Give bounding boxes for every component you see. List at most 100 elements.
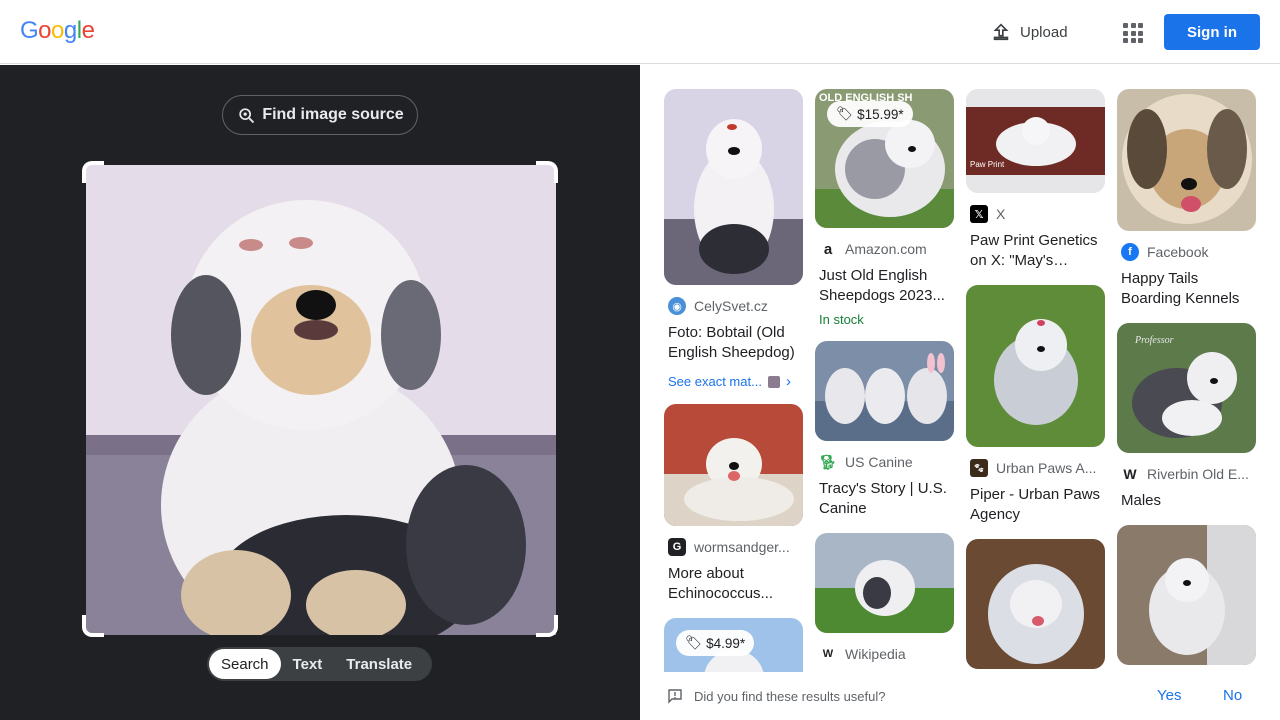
crop-handle-top-right[interactable] (536, 161, 558, 183)
result-thumbnail[interactable]: OLD ENGLISH SH 🏷︎ $15.99* (815, 89, 954, 228)
result-source: a Amazon.com (819, 240, 950, 258)
price-text: $4.99* (706, 635, 746, 651)
result-title[interactable]: Tracy's Story | U.S. Canine (819, 479, 950, 519)
result-thumbnail[interactable] (966, 285, 1105, 447)
logo-letter: G (20, 17, 39, 44)
result-source: 𝕏 X (970, 205, 1101, 223)
source-name: CelySvet.cz (694, 298, 768, 314)
result-source: 🐕︎ US Canine (819, 453, 950, 471)
result-card[interactable]: W Wikipedia (815, 533, 954, 663)
logo-letter: o (38, 17, 52, 44)
amazon-icon: a (819, 240, 837, 258)
result-thumbnail[interactable] (1117, 525, 1256, 665)
top-header: Google Upload Sign in (0, 0, 1280, 64)
lens-search-icon (239, 108, 255, 124)
dog-icon: 🐕︎ (819, 453, 837, 471)
result-thumbnail[interactable] (1117, 89, 1256, 231)
result-card[interactable]: Paw Print 𝕏 X Paw Print Genetics on X: "… (966, 89, 1105, 271)
result-thumbnail[interactable]: Paw Print (966, 89, 1105, 193)
paw-icon: 🐾︎ (970, 459, 988, 477)
thumb-overlay-text: Paw Print (970, 160, 1005, 169)
crop-handle-bottom-right[interactable] (536, 615, 558, 637)
result-card[interactable] (1117, 525, 1256, 665)
result-card[interactable]: OLD ENGLISH SH 🏷︎ $15.99* a Amazon.com J… (815, 89, 954, 327)
logo-letter: e (81, 17, 95, 44)
result-title[interactable]: More about Echinococcus... (668, 564, 799, 604)
chevron-right-icon: › (785, 373, 791, 390)
result-title[interactable]: Foto: Bobtail (Old English Sheepdog) (668, 323, 799, 363)
result-thumbnail[interactable] (815, 341, 954, 441)
results-column: OLD ENGLISH SH 🏷︎ $15.99* a Amazon.com J… (815, 89, 954, 672)
feedback-icon (668, 689, 682, 704)
thumb-overlay-text: Professor (1134, 335, 1174, 346)
google-logo[interactable]: Google (20, 17, 95, 45)
apps-grid-icon[interactable] (1120, 20, 1144, 44)
x-icon: 𝕏 (970, 205, 988, 223)
result-card[interactable]: f Facebook Happy Tails Boarding Kennels (1117, 89, 1256, 309)
crop-handle-bottom-left[interactable] (82, 615, 104, 637)
source-name: Wikipedia (845, 646, 906, 662)
source-name: wormsandger... (694, 539, 790, 555)
result-title[interactable]: Paw Print Genetics on X: "May's Bree... (970, 231, 1101, 271)
crop-handle-top-left[interactable] (82, 161, 104, 183)
source-name: Amazon.com (845, 241, 927, 257)
result-source: W Riverbin Old E... (1121, 465, 1252, 483)
result-card[interactable]: Professor W Riverbin Old E... Males (1117, 323, 1256, 511)
globe-icon: ◉ (668, 297, 686, 315)
result-thumbnail[interactable]: Professor (1117, 323, 1256, 453)
query-image[interactable] (86, 165, 556, 635)
result-card[interactable]: G wormsandger... More about Echinococcus… (664, 404, 803, 604)
logo-letter: g (63, 17, 77, 44)
feedback-no-button[interactable]: No (1223, 687, 1242, 704)
tag-icon: 🏷︎ (836, 106, 854, 121)
sign-in-button[interactable]: Sign in (1164, 14, 1260, 50)
price-text: $15.99* (857, 106, 904, 122)
result-card[interactable] (966, 539, 1105, 669)
result-source: G wormsandger... (668, 538, 799, 556)
w-icon: W (1121, 465, 1139, 483)
result-thumbnail[interactable] (815, 533, 954, 633)
tab-translate[interactable]: Translate (334, 649, 424, 679)
lens-mode-tabs: Search Text Translate (207, 647, 432, 681)
price-badge: 🏷︎ $15.99* (827, 101, 913, 127)
source-name: Riverbin Old E... (1147, 466, 1249, 482)
find-image-source-button[interactable]: Find image source (222, 95, 418, 135)
result-card[interactable]: 🐕︎ US Canine Tracy's Story | U.S. Canine (815, 341, 954, 519)
result-thumbnail[interactable] (664, 89, 803, 285)
visual-matches-grid: ◉ CelySvet.cz Foto: Bobtail (Old English… (640, 65, 1280, 672)
result-title[interactable]: Piper - Urban Paws Agency (970, 485, 1101, 525)
upload-label: Upload (1020, 23, 1068, 41)
result-source: 🐾︎ Urban Paws A... (970, 459, 1101, 477)
result-thumbnail[interactable]: 🏷︎ $4.99* (664, 618, 803, 672)
tab-text[interactable]: Text (281, 649, 335, 679)
result-source: W Wikipedia (819, 645, 950, 663)
see-exact-label: See exact mat... (668, 374, 762, 389)
see-exact-matches-link[interactable]: See exact mat... › (668, 373, 799, 390)
result-thumbnail[interactable] (664, 404, 803, 526)
feedback-yes-button[interactable]: Yes (1157, 687, 1181, 704)
query-image-panel: Find image source Search Text Translate (0, 65, 640, 720)
result-title[interactable]: Happy Tails Boarding Kennels (1121, 269, 1252, 309)
feedback-bar: Did you find these results useful? Yes N… (640, 672, 1280, 720)
exact-match-thumb (767, 375, 780, 388)
result-thumbnail[interactable] (966, 539, 1105, 669)
result-source: ◉ CelySvet.cz (668, 297, 799, 315)
feedback-question: Did you find these results useful? (694, 689, 886, 704)
result-title[interactable]: Males (1121, 491, 1252, 511)
source-name: X (996, 206, 1006, 222)
result-source: f Facebook (1121, 243, 1252, 261)
source-name: Urban Paws A... (996, 460, 1097, 476)
tab-search[interactable]: Search (209, 649, 281, 679)
price-badge: 🏷︎ $4.99* (676, 630, 755, 656)
google-g-icon: G (668, 538, 686, 556)
result-card[interactable]: ◉ CelySvet.cz Foto: Bobtail (Old English… (664, 89, 803, 390)
upload-button[interactable]: Upload (990, 18, 1068, 46)
results-column: f Facebook Happy Tails Boarding Kennels … (1117, 89, 1256, 672)
result-card[interactable]: 🐾︎ Urban Paws A... Piper - Urban Paws Ag… (966, 285, 1105, 525)
source-name: Facebook (1147, 244, 1209, 260)
facebook-icon: f (1121, 243, 1139, 261)
result-card[interactable]: 🏷︎ $4.99* (664, 618, 803, 672)
tag-icon: 🏷︎ (685, 635, 703, 650)
result-title[interactable]: Just Old English Sheepdogs 2023... (819, 266, 950, 306)
stock-status: In stock (819, 312, 864, 327)
